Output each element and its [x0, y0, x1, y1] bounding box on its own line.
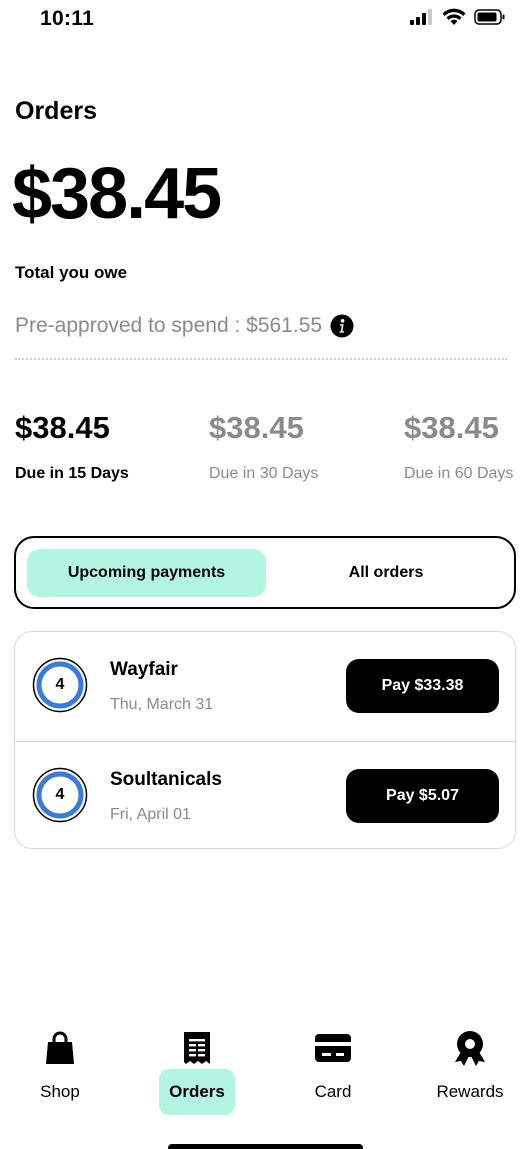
tab-upcoming-payments[interactable]: Upcoming payments	[27, 549, 266, 597]
nav-label: Card	[314, 1082, 352, 1101]
nav-item-orders[interactable]: Orders	[147, 1020, 247, 1120]
order-due-date: Fri, April 01	[110, 806, 191, 823]
wifi-icon	[442, 8, 466, 25]
status-icons	[410, 8, 506, 26]
due-15-days: $38.45 Due in 15 Days	[15, 412, 129, 483]
preapproved-text: Pre-approved to spend : $561.55	[15, 314, 323, 337]
page-title: Orders	[15, 97, 97, 125]
nav-item-rewards[interactable]: Rewards	[420, 1020, 520, 1120]
nav-label: Shop	[40, 1082, 80, 1101]
orders-tab-switch: Upcoming payments All orders	[14, 536, 516, 609]
cellular-signal-icon	[410, 9, 432, 25]
due-label: Due in 30 Days	[209, 465, 319, 482]
due-60-days: $38.45 Due in 60 Days	[404, 412, 513, 483]
nav-item-shop[interactable]: Shop	[10, 1020, 110, 1120]
nav-item-card[interactable]: Card	[283, 1020, 383, 1120]
upcoming-payments-list: 4 Wayfair Thu, March 31 Pay $33.38 4 Sou…	[14, 631, 516, 849]
battery-icon	[474, 9, 505, 25]
award-ribbon-icon	[455, 1031, 485, 1066]
total-owed-label: Total you owe	[15, 263, 128, 282]
payments-remaining-badge: 4	[32, 767, 88, 823]
status-time: 10:11	[40, 7, 95, 30]
payments-remaining-badge: 4	[32, 657, 88, 713]
pay-button[interactable]: Pay $33.38	[346, 659, 499, 713]
merchant-name: Soultanicals	[110, 769, 222, 790]
nav-label: Rewards	[436, 1082, 504, 1101]
due-label: Due in 60 Days	[404, 465, 514, 482]
order-row[interactable]: 4 Soultanicals Fri, April 01 Pay $5.07	[15, 741, 515, 848]
due-amount: $38.45	[404, 410, 499, 445]
info-icon[interactable]	[330, 314, 354, 338]
due-30-days: $38.45 Due in 30 Days	[209, 412, 318, 483]
total-owed-amount: $38.45	[12, 154, 222, 234]
merchant-name: Wayfair	[110, 659, 178, 680]
payments-remaining-count: 4	[55, 676, 65, 693]
order-row[interactable]: 4 Wayfair Thu, March 31 Pay $33.38	[15, 632, 515, 741]
shopping-bag-icon	[46, 1031, 74, 1064]
due-amount: $38.45	[209, 410, 304, 445]
due-label: Due in 15 Days	[15, 465, 129, 482]
status-bar: 10:11	[0, 0, 520, 40]
nav-label: Orders	[169, 1082, 225, 1101]
due-amount: $38.45	[15, 410, 110, 445]
payments-remaining-count: 4	[55, 786, 65, 803]
credit-card-icon	[315, 1034, 351, 1062]
receipt-icon	[184, 1032, 210, 1064]
dotted-divider	[15, 358, 507, 360]
bottom-nav: Shop Orders Card Rewards	[0, 1020, 520, 1120]
tab-all-orders[interactable]: All orders	[266, 549, 506, 597]
home-indicator	[168, 1144, 363, 1149]
order-due-date: Thu, March 31	[110, 696, 214, 713]
preapproved-spend: Pre-approved to spend : $561.55	[15, 314, 354, 338]
pay-button[interactable]: Pay $5.07	[346, 769, 499, 823]
